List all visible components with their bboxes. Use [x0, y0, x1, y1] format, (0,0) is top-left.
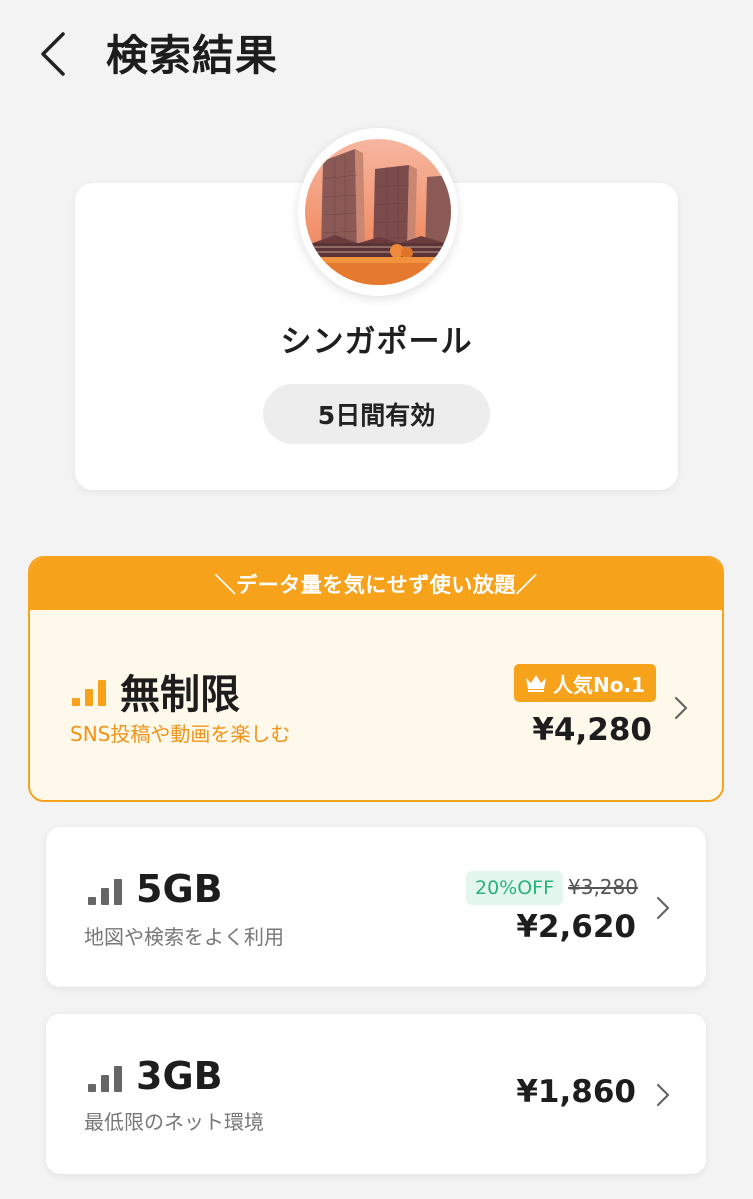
plan-description: 最低限のネット環境 [84, 1110, 264, 1134]
signal-icon [88, 879, 124, 905]
chevron-right-icon [654, 893, 672, 923]
chevron-left-icon [41, 32, 65, 76]
chevron-right-icon [654, 1080, 672, 1110]
validity-pill: 5日間有効 [263, 384, 490, 444]
crown-icon [526, 675, 546, 692]
original-price: ¥3,280 [568, 875, 638, 899]
plan-name: 3GB [136, 1054, 223, 1098]
plan-description: SNS投稿や動画を楽しむ [70, 722, 291, 746]
featured-banner: ＼データ量を気にせず使い放題／ [30, 558, 722, 610]
back-button[interactable] [30, 26, 80, 82]
plan-card-unlimited[interactable]: ＼データ量を気にせず使い放題／ 無制限 SNS投稿や動画を楽しむ 人気No.1 … [28, 556, 724, 802]
chevron-right-icon [672, 693, 690, 723]
header: 検索結果 [0, 0, 753, 110]
signal-icon [72, 680, 108, 706]
plan-card-3gb[interactable]: 3GB 最低限のネット環境 ¥1,860 [46, 1014, 706, 1174]
plan-name: 5GB [136, 867, 223, 911]
plan-name: 無制限 [120, 672, 240, 718]
popular-badge-label: 人気No.1 [553, 672, 645, 697]
popular-badge: 人気No.1 [514, 664, 656, 702]
plan-price: ¥4,280 [532, 712, 652, 748]
plan-description: 地図や検索をよく利用 [84, 925, 284, 949]
page-title: 検索結果 [106, 31, 279, 80]
singapore-skyline-illustration [305, 139, 451, 285]
validity-label: 5日間有効 [317, 401, 436, 430]
plan-price: ¥1,860 [516, 1074, 636, 1110]
plan-price: ¥2,620 [516, 909, 636, 945]
destination-image [298, 128, 458, 296]
signal-icon [88, 1066, 124, 1092]
destination-name: シンガポール [280, 324, 473, 360]
discount-badge: 20%OFF [466, 871, 564, 905]
plan-card-5gb[interactable]: 5GB 地図や検索をよく利用 20%OFF ¥3,280 ¥2,620 [46, 827, 706, 987]
